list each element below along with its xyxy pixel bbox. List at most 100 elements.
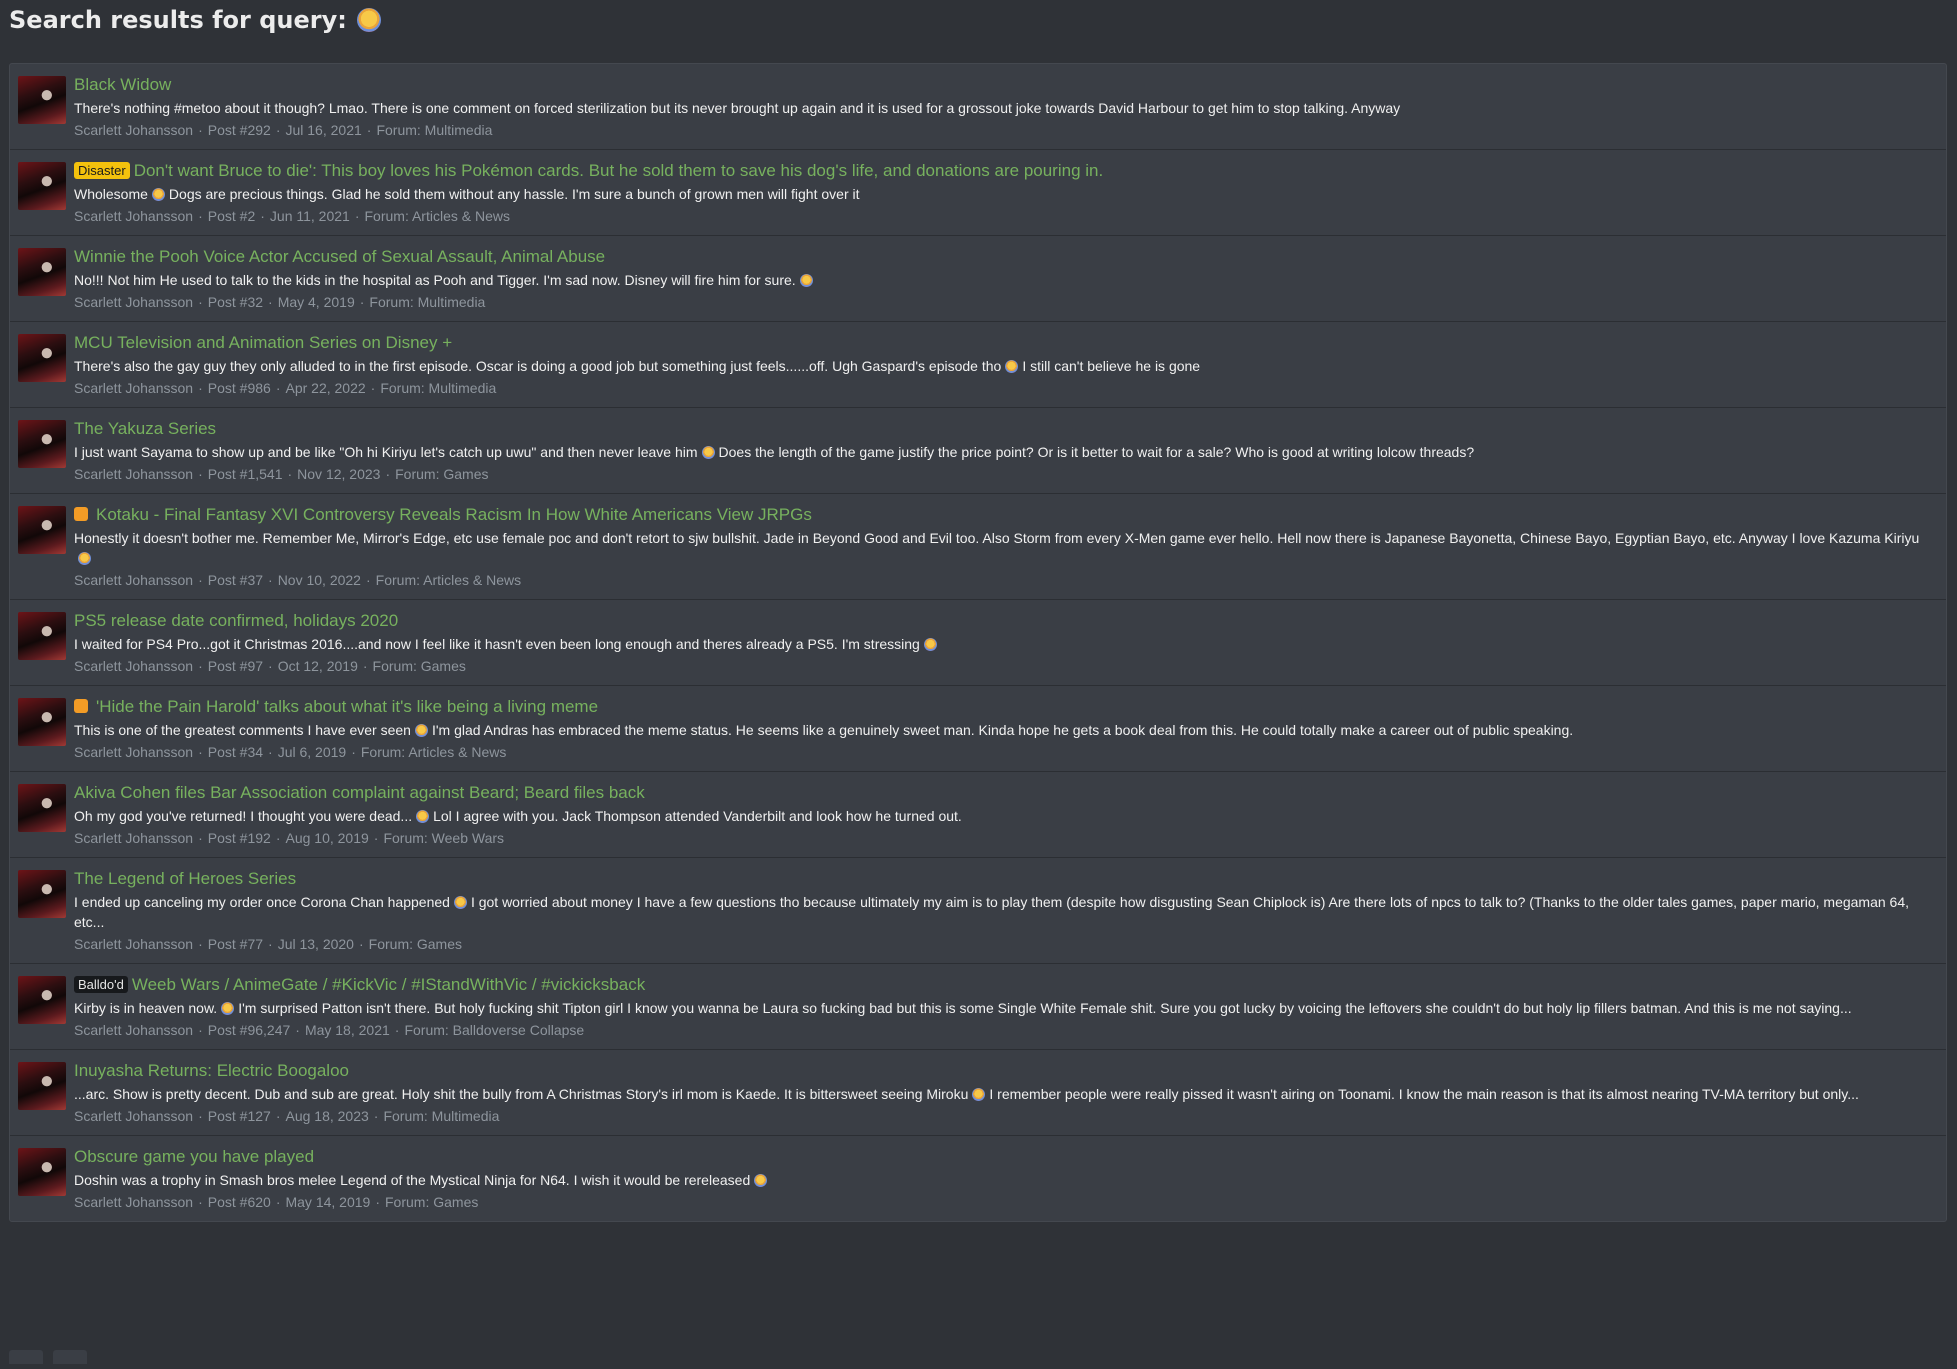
snippet-text: I still can't believe he is gone — [1022, 358, 1201, 374]
post-number-link[interactable]: Post #1,541 — [208, 466, 283, 482]
forum-link[interactable]: Forum: Multimedia — [376, 122, 492, 138]
forum-link[interactable]: Forum: Games — [373, 658, 466, 674]
avatar[interactable] — [18, 870, 66, 918]
forum-link[interactable]: Forum: Weeb Wars — [383, 830, 504, 846]
forum-link[interactable]: Forum: Multimedia — [383, 1108, 499, 1124]
result-title-link[interactable]: Don't want Bruce to die': This boy loves… — [134, 161, 1104, 180]
avatar[interactable] — [18, 1148, 66, 1196]
post-number-link[interactable]: Post #32 — [208, 294, 263, 310]
post-number-link[interactable]: Post #986 — [208, 380, 271, 396]
post-date[interactable]: Aug 10, 2019 — [285, 830, 368, 846]
post-date[interactable]: May 14, 2019 — [285, 1194, 370, 1210]
result-title-link[interactable]: 'Hide the Pain Harold' talks about what … — [96, 697, 598, 716]
forum-link[interactable]: Forum: Articles & News — [376, 572, 521, 588]
author-link[interactable]: Scarlett Johansson — [74, 572, 193, 588]
thread-prefix-label[interactable]: Balldo'd — [74, 976, 128, 993]
meta-separator: · — [198, 572, 203, 588]
post-date[interactable]: Oct 12, 2019 — [278, 658, 358, 674]
result-title-link[interactable]: Obscure game you have played — [74, 1147, 314, 1166]
forum-link[interactable]: Forum: Games — [395, 466, 488, 482]
author-link[interactable]: Scarlett Johansson — [74, 380, 193, 396]
avatar[interactable] — [18, 784, 66, 832]
post-date[interactable]: Nov 12, 2023 — [297, 466, 380, 482]
post-date[interactable]: Jun 11, 2021 — [270, 208, 350, 224]
result-title-link[interactable]: The Yakuza Series — [74, 419, 216, 438]
post-number-link[interactable]: Post #77 — [208, 936, 263, 952]
avatar[interactable] — [18, 76, 66, 124]
post-number-link[interactable]: Post #292 — [208, 122, 271, 138]
post-date[interactable]: Aug 18, 2023 — [285, 1108, 368, 1124]
post-number-link[interactable]: Post #34 — [208, 744, 263, 760]
result-meta: Scarlett Johansson · Post #2 · Jun 11, 2021 ·… — [74, 206, 1938, 226]
avatar[interactable] — [18, 612, 66, 660]
post-number-link[interactable]: Post #97 — [208, 658, 263, 674]
post-date[interactable]: Jul 13, 2020 — [278, 936, 354, 952]
meta-separator: · — [375, 1194, 380, 1210]
forum-link[interactable]: Forum: Articles & News — [361, 744, 506, 760]
author-link[interactable]: Scarlett Johansson — [74, 1022, 193, 1038]
author-link[interactable]: Scarlett Johansson — [74, 466, 193, 482]
snippet-text: I remember people were really pissed it … — [989, 1086, 1859, 1102]
forum-link[interactable]: Forum: Balldoverse Collapse — [404, 1022, 584, 1038]
search-result-item: MCU Television and Animation Series on D… — [10, 322, 1946, 408]
result-title-link[interactable]: Weeb Wars / AnimeGate / #KickVic / #ISta… — [132, 975, 645, 994]
avatar[interactable] — [18, 976, 66, 1024]
result-title-link[interactable]: The Legend of Heroes Series — [74, 869, 296, 888]
snippet-text: Wholesome — [74, 186, 148, 202]
author-link[interactable]: Scarlett Johansson — [74, 658, 193, 674]
result-title-line: Inuyasha Returns: Electric Boogaloo — [74, 1060, 1938, 1082]
forum-link[interactable]: Forum: Articles & News — [365, 208, 510, 224]
forum-link[interactable]: Forum: Games — [369, 936, 462, 952]
author-link[interactable]: Scarlett Johansson — [74, 936, 193, 952]
post-date[interactable]: Nov 10, 2022 — [278, 572, 361, 588]
result-title-link[interactable]: Kotaku - Final Fantasy XVI Controversy R… — [96, 505, 812, 524]
post-number-link[interactable]: Post #127 — [208, 1108, 271, 1124]
snippet-text: There's also the gay guy they only allud… — [74, 358, 1002, 374]
author-link[interactable]: Scarlett Johansson — [74, 1194, 193, 1210]
emoji-icon — [701, 446, 715, 459]
post-date[interactable]: Jul 6, 2019 — [278, 744, 347, 760]
forum-link[interactable]: Forum: Multimedia — [369, 294, 485, 310]
post-date[interactable]: Jul 16, 2021 — [285, 122, 361, 138]
result-title-link[interactable]: MCU Television and Animation Series on D… — [74, 333, 452, 352]
post-number-link[interactable]: Post #37 — [208, 572, 263, 588]
author-link[interactable]: Scarlett Johansson — [74, 744, 193, 760]
author-link[interactable]: Scarlett Johansson — [74, 830, 193, 846]
meta-separator: · — [354, 208, 360, 224]
meta-separator: · — [198, 1194, 203, 1210]
snippet-text: Oh my god you've returned! I thought you… — [74, 808, 413, 824]
post-date[interactable]: May 4, 2019 — [278, 294, 355, 310]
post-number-link[interactable]: Post #2 — [208, 208, 255, 224]
meta-separator: · — [358, 936, 364, 952]
author-link[interactable]: Scarlett Johansson — [74, 122, 193, 138]
avatar[interactable] — [18, 420, 66, 468]
result-title-link[interactable]: Winnie the Pooh Voice Actor Accused of S… — [74, 247, 605, 266]
avatar[interactable] — [18, 334, 66, 382]
result-title-link[interactable]: Black Widow — [74, 75, 171, 94]
author-link[interactable]: Scarlett Johansson — [74, 294, 193, 310]
avatar[interactable] — [18, 698, 66, 746]
emoji-icon — [972, 1088, 986, 1101]
snippet-text: I'm surprised Patton isn't there. But ho… — [238, 1000, 1852, 1016]
forum-link[interactable]: Forum: Multimedia — [380, 380, 496, 396]
result-title-link[interactable]: PS5 release date confirmed, holidays 202… — [74, 611, 398, 630]
post-date[interactable]: May 18, 2021 — [305, 1022, 390, 1038]
thread-prefix-label[interactable]: Disaster — [74, 162, 130, 179]
result-title-line: 'Hide the Pain Harold' talks about what … — [74, 696, 1938, 718]
result-title-link[interactable]: Akiva Cohen files Bar Association compla… — [74, 783, 645, 802]
post-number-link[interactable]: Post #620 — [208, 1194, 271, 1210]
forum-link[interactable]: Forum: Games — [385, 1194, 478, 1210]
avatar[interactable] — [18, 162, 66, 210]
avatar[interactable] — [18, 506, 66, 554]
post-number-link[interactable]: Post #96,247 — [208, 1022, 291, 1038]
result-title-link[interactable]: Inuyasha Returns: Electric Boogaloo — [74, 1061, 349, 1080]
avatar[interactable] — [18, 248, 66, 296]
result-snippet: No!!! Not him He used to talk to the kid… — [74, 270, 1938, 290]
avatar[interactable] — [18, 1062, 66, 1110]
result-meta: Scarlett Johansson · Post #620 · May 14, 201… — [74, 1192, 1938, 1212]
result-title-line: MCU Television and Animation Series on D… — [74, 332, 1938, 354]
post-date[interactable]: Apr 22, 2022 — [285, 380, 365, 396]
author-link[interactable]: Scarlett Johansson — [74, 208, 193, 224]
author-link[interactable]: Scarlett Johansson — [74, 1108, 193, 1124]
post-number-link[interactable]: Post #192 — [208, 830, 271, 846]
